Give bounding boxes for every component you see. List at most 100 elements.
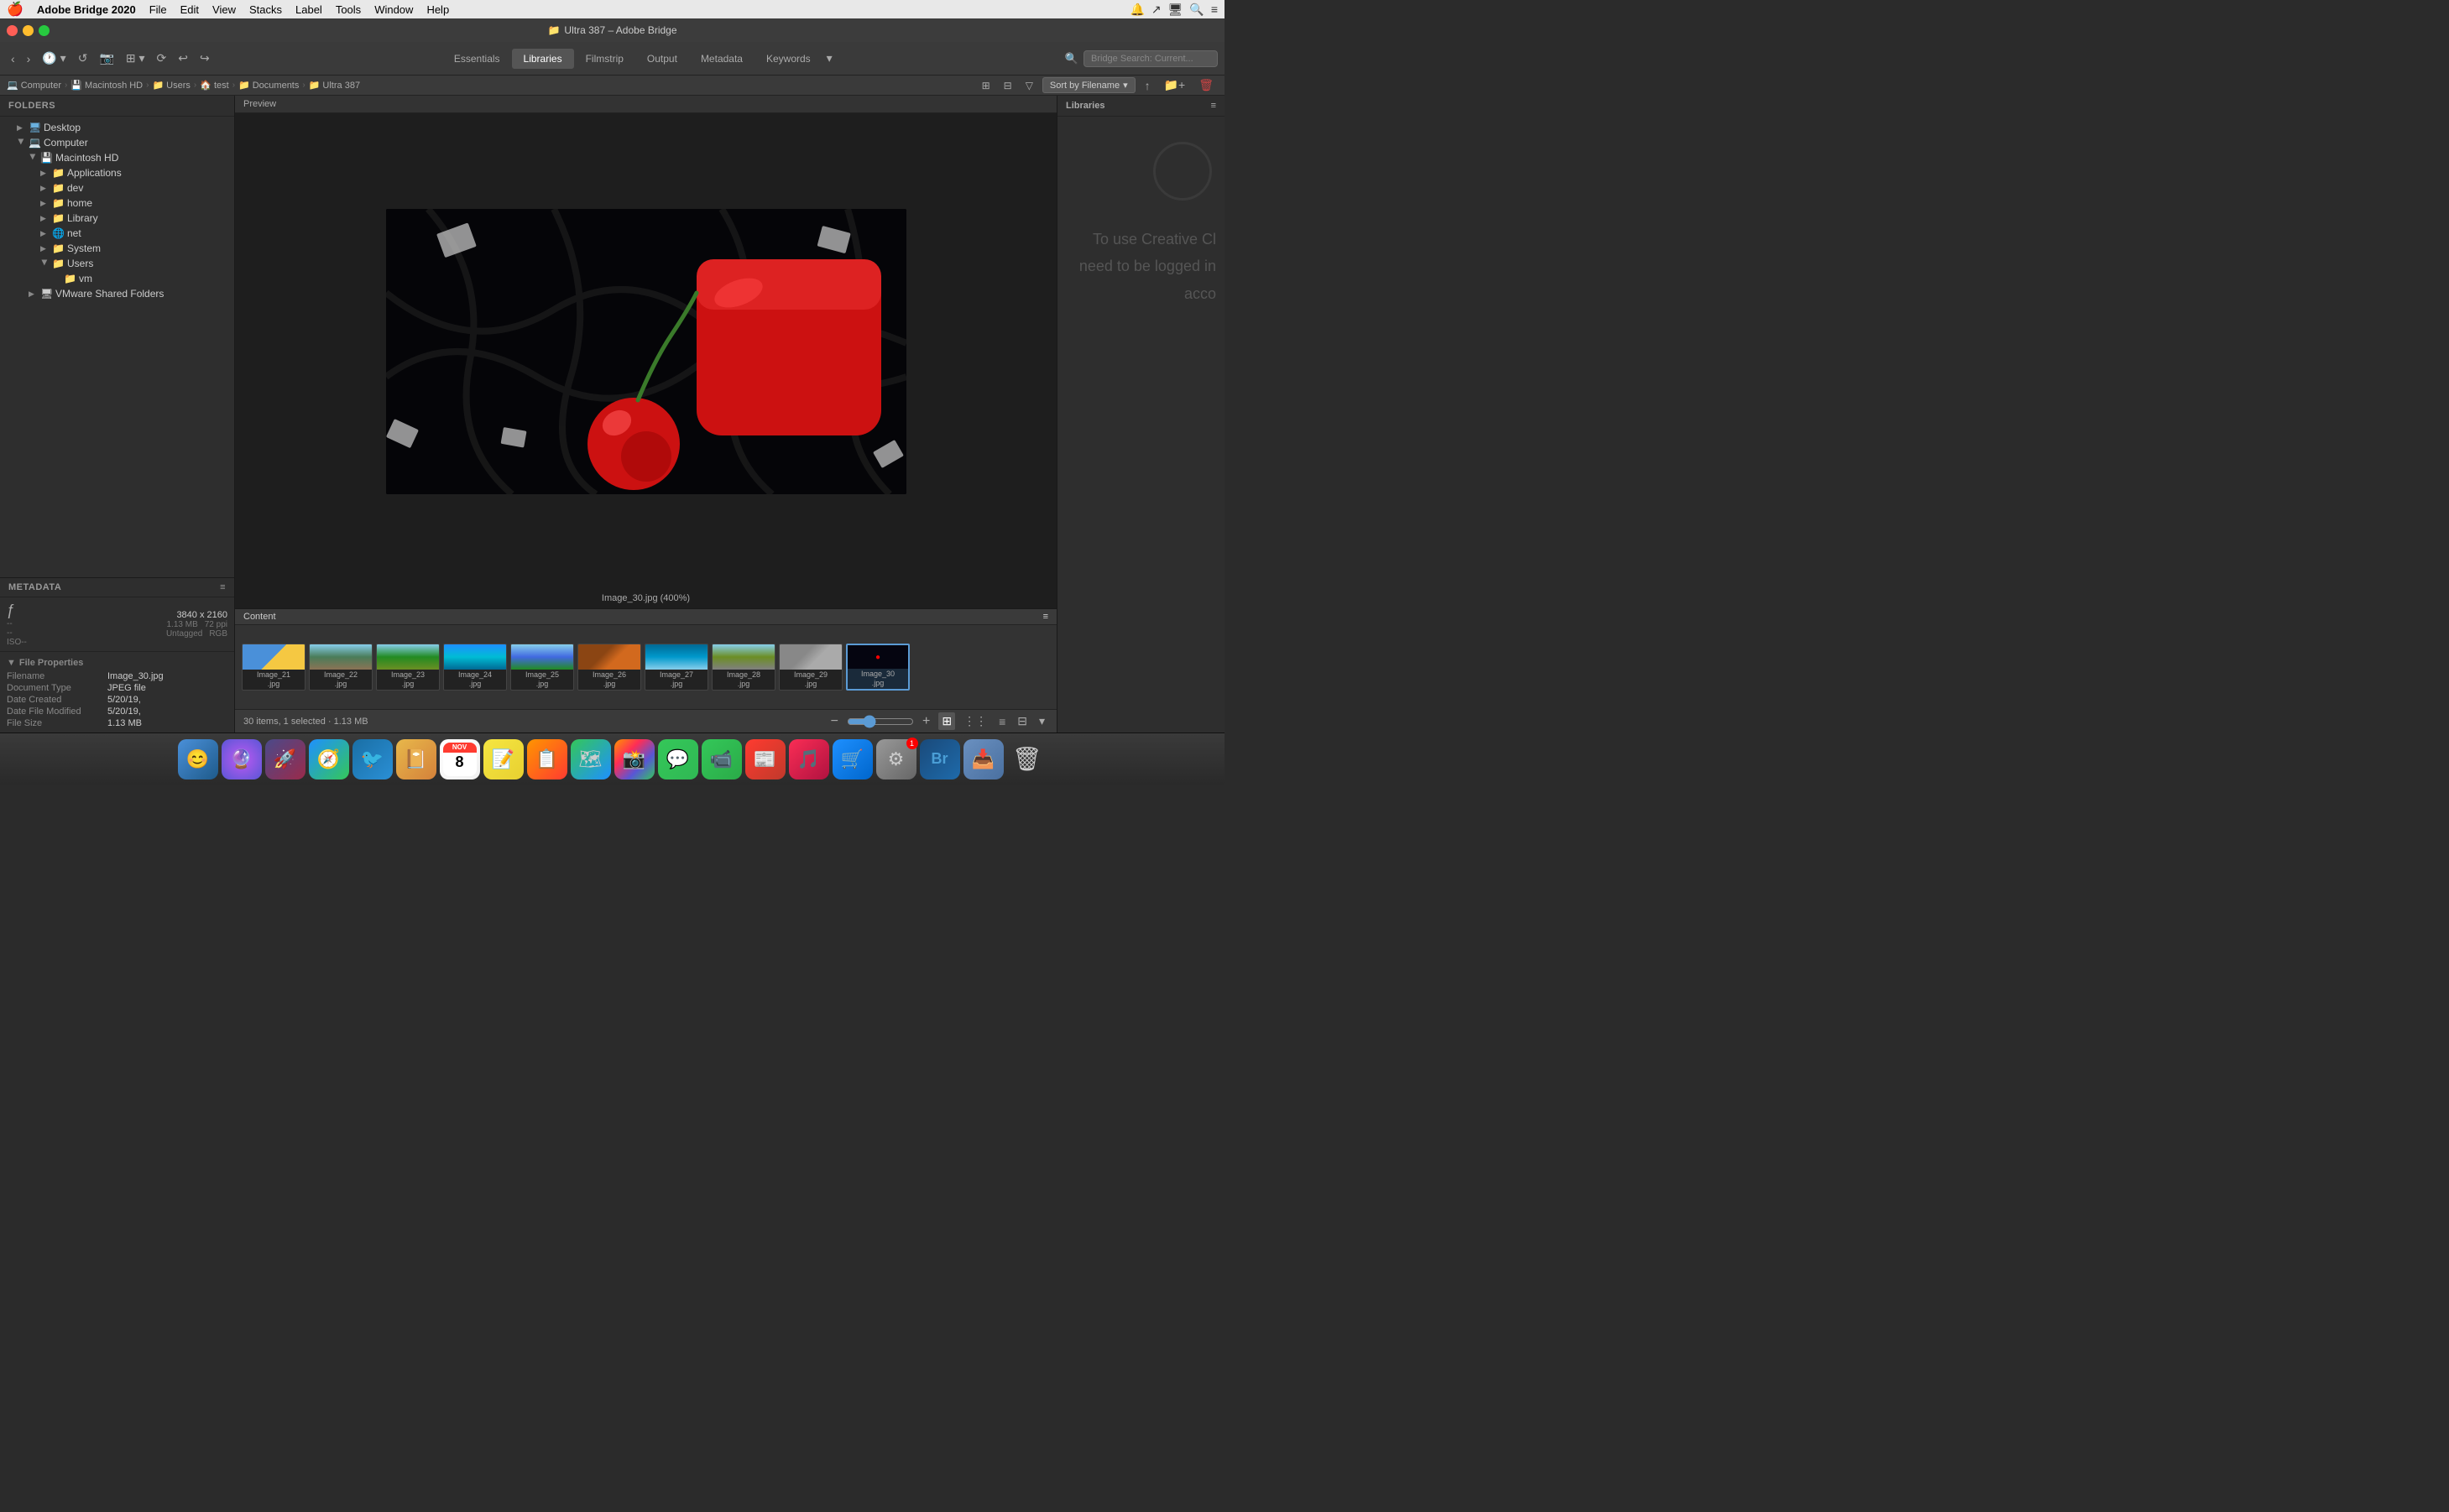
delete-button[interactable]: 🗑	[1194, 76, 1218, 95]
sort-dropdown[interactable]: Sort by Filename ▾	[1042, 77, 1136, 93]
dock-safari[interactable]: 🧭	[309, 739, 349, 779]
folder-computer[interactable]: ▶ 💻 Computer	[0, 135, 234, 150]
dock-finder[interactable]: 😊	[178, 739, 218, 779]
more-workspaces-button[interactable]: ▾	[822, 49, 837, 69]
sort-direction-button[interactable]: ↑	[1141, 76, 1155, 95]
breadcrumb-ultra387[interactable]: 📁 Ultra 387	[309, 80, 360, 91]
folder-desktop[interactable]: ▶ 🖥 Desktop	[0, 120, 234, 135]
thumbnail-image30[interactable]: ● Image_30.jpg	[846, 644, 910, 691]
dock-photos[interactable]: 📸	[614, 739, 655, 779]
recent-folders-button[interactable]: 🕐 ▾	[38, 49, 70, 68]
refine-button[interactable]: ⊞ ▾	[122, 49, 149, 68]
close-button[interactable]	[7, 25, 18, 36]
thumbnail-image24[interactable]: Image_24.jpg	[443, 644, 507, 691]
filter-detail-button[interactable]: ⊟	[1000, 77, 1016, 94]
menu-tools[interactable]: Tools	[336, 3, 361, 16]
search-menubar-icon[interactable]: 🔍	[1189, 3, 1204, 17]
folder-applications[interactable]: ▶ 📁 Applications	[0, 165, 234, 180]
tab-essentials[interactable]: Essentials	[442, 49, 512, 69]
back-button[interactable]: ‹	[7, 50, 19, 68]
share-icon[interactable]: ↗	[1151, 3, 1162, 17]
zoom-out-button[interactable]: −	[828, 714, 842, 729]
zoom-slider[interactable]	[847, 715, 914, 728]
metadata-menu-icon[interactable]: ≡	[220, 582, 226, 592]
dock-music[interactable]: 🎵	[789, 739, 829, 779]
libraries-menu-icon[interactable]: ≡	[1211, 101, 1216, 111]
folder-vm[interactable]: ▶ 📁 vm	[0, 271, 234, 286]
dock-adobebridge[interactable]: Br	[920, 739, 960, 779]
dock-trash[interactable]: 🗑	[1007, 739, 1047, 779]
tab-filmstrip[interactable]: Filmstrip	[574, 49, 635, 69]
expand-arrow-icon[interactable]: ▼	[7, 658, 16, 668]
dock-messages[interactable]: 💬	[658, 739, 698, 779]
tab-output[interactable]: Output	[635, 49, 689, 69]
forward-button[interactable]: ›	[23, 50, 35, 68]
maximize-button[interactable]	[39, 25, 50, 36]
content-menu-icon[interactable]: ≡	[1043, 612, 1048, 622]
dock-maps[interactable]: 🗺	[571, 739, 611, 779]
rotate-left-button[interactable]: ↺	[74, 49, 92, 68]
zoom-in-button[interactable]: +	[919, 714, 933, 729]
dock-reminders[interactable]: 📋	[527, 739, 567, 779]
view-grid2-button[interactable]: ⋮⋮	[960, 712, 990, 730]
thumbnail-image27[interactable]: Image_27.jpg	[645, 644, 708, 691]
thumbnail-image25[interactable]: Image_25.jpg	[510, 644, 574, 691]
breadcrumb-documents[interactable]: 📁 Documents	[238, 80, 299, 91]
view-list-button[interactable]: ≡	[995, 713, 1009, 730]
folder-library[interactable]: ▶ 📁 Library	[0, 211, 234, 226]
menu-view[interactable]: View	[212, 3, 236, 16]
dock-downloads[interactable]: 📥	[963, 739, 1004, 779]
menu-stacks[interactable]: Stacks	[249, 3, 282, 16]
dock-notes[interactable]: 📝	[483, 739, 524, 779]
refresh-button[interactable]: ⟳	[153, 49, 171, 68]
folder-macintosh-hd[interactable]: ▶ 💾 Macintosh HD	[0, 150, 234, 165]
dock-calendar[interactable]: NOV 8	[440, 739, 480, 779]
dock-news[interactable]: 📰	[745, 739, 786, 779]
thumbnail-image22[interactable]: Image_22.jpg	[309, 644, 373, 691]
dock-launchpad[interactable]: 🚀	[265, 739, 305, 779]
tab-metadata[interactable]: Metadata	[689, 49, 755, 69]
folder-users[interactable]: ▶ 📁 Users	[0, 256, 234, 271]
folder-vmware-shared[interactable]: ▶ 🖥 VMware Shared Folders	[0, 286, 234, 301]
new-folder-button[interactable]: 📁+	[1160, 76, 1190, 95]
filter-dropdown-button[interactable]: ▽	[1021, 77, 1037, 94]
folder-dev[interactable]: ▶ 📁 dev	[0, 180, 234, 196]
thumbnail-image26[interactable]: Image_26.jpg	[577, 644, 641, 691]
dock-tweetbot[interactable]: 🐦	[352, 739, 393, 779]
thumbnail-image23[interactable]: Image_23.jpg	[376, 644, 440, 691]
dock-notescalendar[interactable]: 📔	[396, 739, 436, 779]
controlcenter-icon[interactable]: ≡	[1211, 3, 1218, 16]
minimize-button[interactable]	[23, 25, 34, 36]
menu-window[interactable]: Window	[374, 3, 413, 16]
dock-appstore[interactable]: 🛒	[833, 739, 873, 779]
notification-icon[interactable]: 🔔	[1130, 3, 1144, 17]
dock-siri[interactable]: 🔮	[222, 739, 262, 779]
breadcrumb-test[interactable]: 🏠 test	[200, 80, 228, 91]
get-photo-button[interactable]: 📷	[95, 49, 117, 68]
thumbnail-image29[interactable]: Image_29.jpg	[779, 644, 843, 691]
thumbnail-image21[interactable]: Image_21.jpg	[242, 644, 305, 691]
view-grid-button[interactable]: ⊞	[938, 712, 955, 730]
menu-help[interactable]: Help	[426, 3, 449, 16]
menu-file[interactable]: File	[149, 3, 167, 16]
dock-systemprefs[interactable]: ⚙ 1	[876, 739, 916, 779]
breadcrumb-users[interactable]: 📁 Users	[152, 80, 190, 91]
view-details-button[interactable]: ⊟	[1014, 712, 1031, 730]
menu-edit[interactable]: Edit	[180, 3, 199, 16]
tab-keywords[interactable]: Keywords	[755, 49, 822, 69]
redo-button[interactable]: ↪	[196, 49, 214, 68]
tab-libraries[interactable]: Libraries	[512, 49, 574, 69]
folder-home[interactable]: ▶ 📁 home	[0, 196, 234, 211]
dock-facetime[interactable]: 📹	[702, 739, 742, 779]
menu-label[interactable]: Label	[295, 3, 322, 16]
thumbnail-image28[interactable]: Image_28.jpg	[712, 644, 775, 691]
undo-button[interactable]: ↩	[174, 49, 192, 68]
display-icon[interactable]: 🖥	[1168, 3, 1183, 17]
view-more-button[interactable]: ▾	[1036, 712, 1048, 730]
apple-menu[interactable]: 🍎	[7, 1, 23, 18]
breadcrumb-computer[interactable]: 💻 Computer	[7, 80, 61, 91]
folder-system[interactable]: ▶ 📁 System	[0, 241, 234, 256]
search-input[interactable]	[1084, 50, 1218, 67]
folder-net[interactable]: ▶ 🌐 net	[0, 226, 234, 241]
filter-mode-button[interactable]: ⊞	[978, 77, 995, 94]
